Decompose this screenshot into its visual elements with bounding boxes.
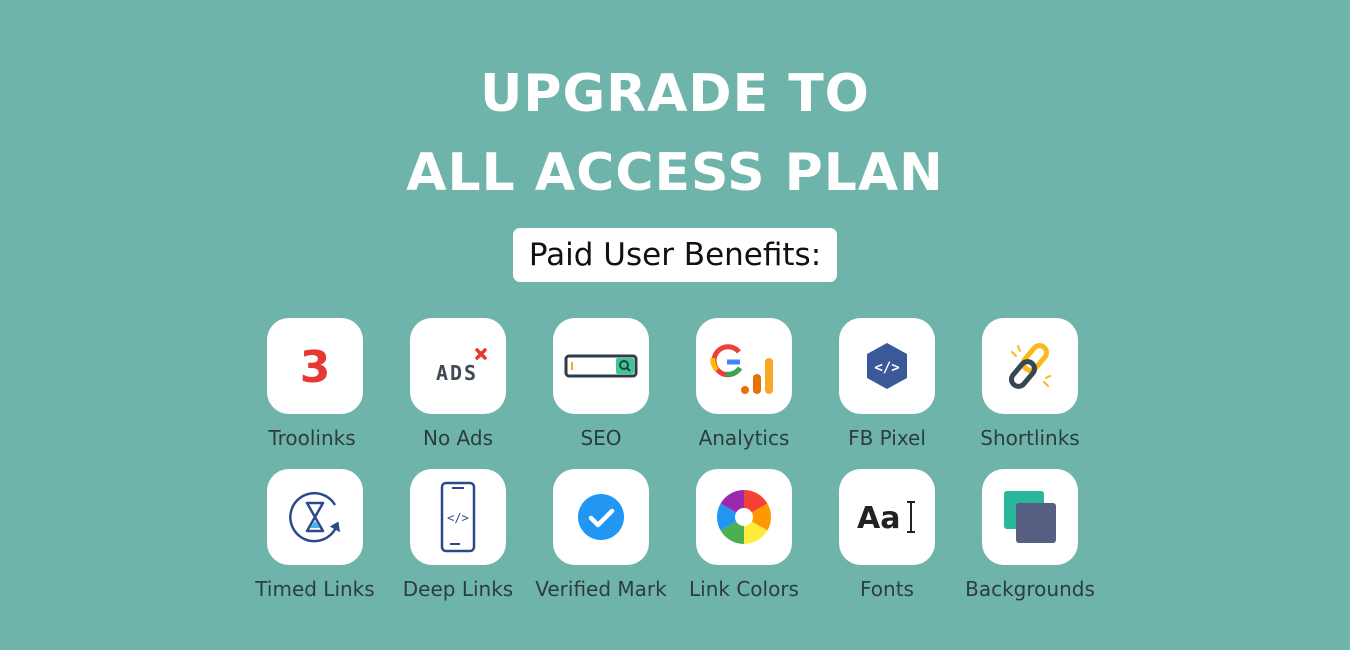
benefit-tile-timed-links: [267, 469, 363, 565]
benefit-tile-backgrounds: [982, 469, 1078, 565]
benefit-label-shortlinks: Shortlinks: [980, 426, 1080, 450]
search-bar-icon: [564, 354, 638, 378]
benefit-tile-fonts: Aa: [839, 469, 935, 565]
code-hexagon-icon: </>: [867, 343, 907, 389]
svg-text:3: 3: [300, 342, 331, 393]
benefit-tile-seo: [553, 318, 649, 414]
benefit-tile-deep-links: </>: [410, 469, 506, 565]
font-aa-icon: Aa: [857, 501, 915, 536]
benefit-tile-fb-pixel: </>: [839, 318, 935, 414]
mobile-code-icon: </>: [440, 481, 476, 553]
svg-text:Aa: Aa: [857, 501, 900, 536]
layered-squares-icon: [1004, 491, 1056, 543]
google-analytics-icon: [710, 344, 773, 394]
benefit-tile-shortlinks: [982, 318, 1078, 414]
troolinks-3-icon: 3: [300, 342, 331, 393]
no-ads-icon: ADS: [436, 348, 487, 385]
hourglass-timer-icon: [289, 491, 340, 543]
benefit-tile-analytics: [696, 318, 792, 414]
benefits-grid: 3 Troolinks ADS No Ads SEO Analytics </>…: [0, 0, 1350, 650]
benefit-tile-verified-mark: [553, 469, 649, 565]
verified-check-icon: [578, 494, 624, 540]
color-wheel-icon: [716, 490, 772, 544]
benefit-tile-link-colors: [696, 469, 792, 565]
svg-text:ADS: ADS: [436, 361, 478, 385]
benefit-tile-troolinks: 3: [267, 318, 363, 414]
benefit-tile-no-ads: ADS: [410, 318, 506, 414]
benefit-label-troolinks: Troolinks: [268, 426, 356, 450]
svg-text:</>: </>: [447, 511, 469, 525]
svg-text:</>: </>: [874, 360, 899, 376]
benefit-label-backgrounds: Backgrounds: [965, 577, 1095, 601]
chain-link-icon: [1009, 343, 1051, 389]
